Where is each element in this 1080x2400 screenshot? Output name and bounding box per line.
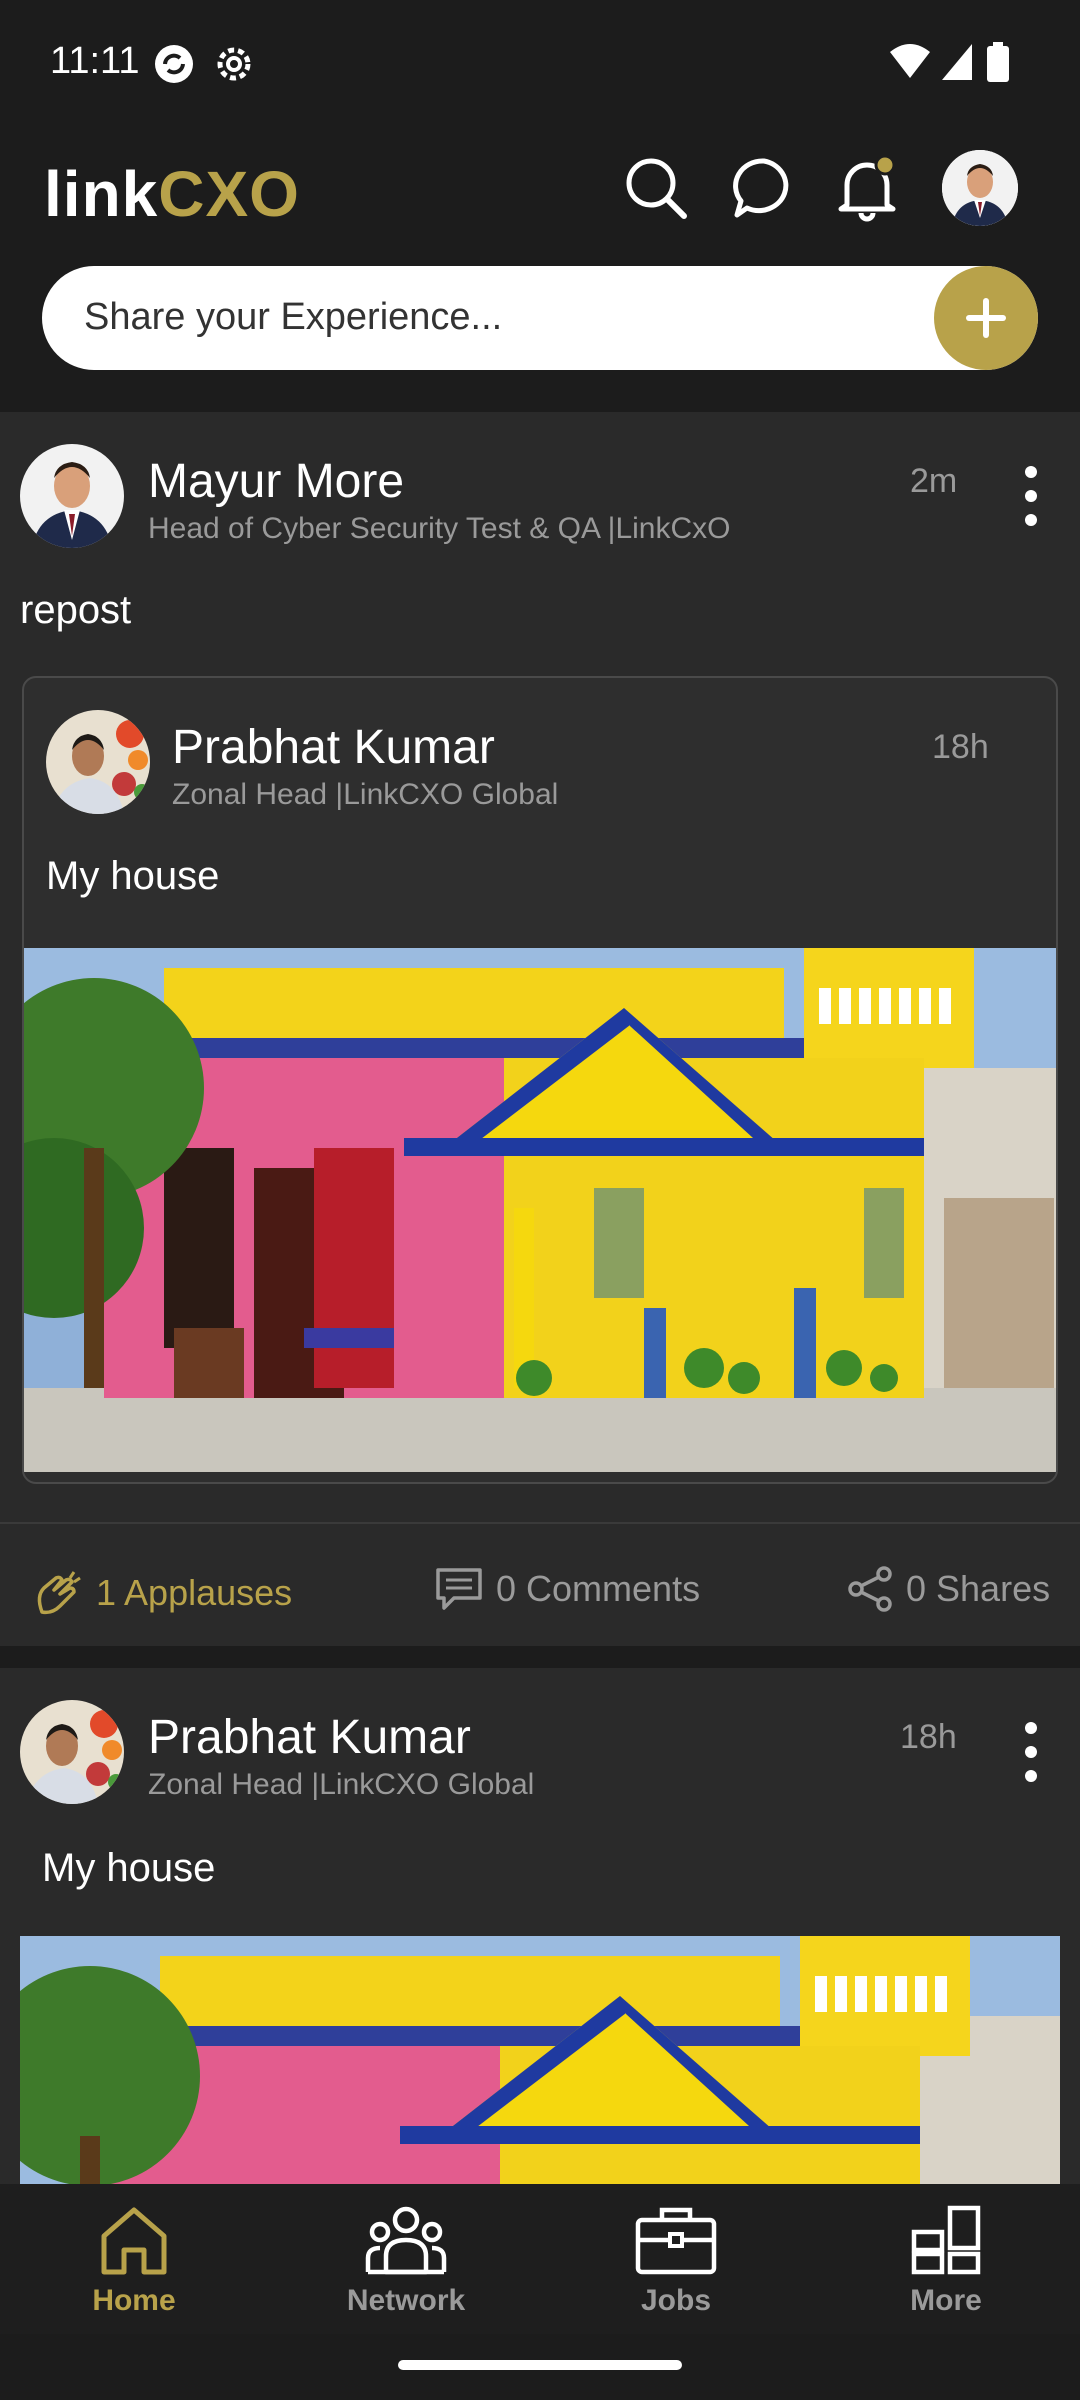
settings-icon [212,42,256,91]
share-experience-input[interactable]: Share your Experience... [42,266,1038,370]
nav-more-label: More [910,2284,982,2317]
repost-author-role: Zonal Head |LinkCXO Global [172,778,559,811]
post-text: My house [42,1846,216,1890]
bottom-navigation: Home Network Jobs More [0,2184,1080,2334]
feed-post: Mayur More Head of Cyber Security Test &… [0,412,1080,1646]
applause-icon [37,1571,81,1615]
battery-icon [986,42,1010,87]
post-image-house[interactable] [24,948,1056,1472]
app-header: link CXO Share your Experience... [0,130,1080,410]
nav-more[interactable]: More [846,2202,1046,2318]
nav-home-label: Home [92,2284,176,2317]
post-text: repost [20,588,132,632]
signal-icon [940,42,974,87]
more-options-icon[interactable] [1016,466,1046,526]
shares-button[interactable]: 0 Shares [848,1566,1050,1612]
shares-count: 0 Shares [906,1568,1051,1609]
nav-jobs[interactable]: Jobs [576,2202,776,2318]
applause-count: 1 Applauses [96,1572,293,1613]
briefcase-icon [635,2207,717,2275]
post-actions: 1 Applauses 0 Comments 0 Shares [0,1522,1080,1622]
status-time: 11:11 [50,40,140,82]
notification-bell-icon[interactable] [830,150,906,226]
chat-icon[interactable] [726,150,802,226]
logo-text-link: link [44,158,159,230]
home-icon [101,2207,167,2275]
post-author-role: Head of Cyber Security Test & QA |LinkCx… [148,512,731,545]
nav-network-label: Network [346,2284,466,2317]
home-gesture-bar[interactable] [398,2360,682,2370]
share-placeholder: Share your Experience... [84,296,503,338]
author-avatar[interactable] [20,444,124,548]
post-author-role: Zonal Head |LinkCXO Global [148,1768,535,1801]
network-icon [365,2206,447,2275]
nav-jobs-label: Jobs [640,2284,712,2317]
more-options-icon[interactable] [1016,1722,1046,1782]
feed-post: Prabhat Kumar Zonal Head |LinkCXO Global… [0,1668,1080,2188]
repost-author-avatar[interactable] [46,710,150,814]
logo-text-cxo: CXO [158,158,300,230]
comments-button[interactable]: 0 Comments [434,1566,700,1612]
sync-icon [152,42,196,91]
author-avatar[interactable] [20,1700,124,1804]
post-time: 18h [900,1718,957,1756]
add-post-button[interactable] [934,266,1038,370]
post-author-name[interactable]: Mayur More [148,454,404,509]
grid-icon [911,2205,981,2275]
profile-avatar[interactable] [942,150,1018,226]
comment-icon [436,1568,482,1610]
linkcxo-logo[interactable]: link CXO [44,154,300,234]
repost-time: 18h [932,728,989,766]
status-bar: 11:11 [0,0,1080,130]
reposted-post[interactable]: Prabhat Kumar Zonal Head |LinkCXO Global… [22,676,1058,1484]
nav-home[interactable]: Home [34,2202,234,2318]
post-time: 2m [910,462,958,500]
post-image-house[interactable] [20,1936,1060,2188]
nav-network[interactable]: Network [306,2202,506,2318]
applause-button[interactable]: 1 Applauses [30,1566,292,1620]
gesture-area [0,2334,1080,2400]
wifi-icon [888,42,932,87]
share-icon [848,1566,892,1612]
post-author-name[interactable]: Prabhat Kumar [148,1710,471,1765]
plus-icon [966,298,1006,338]
repost-author-name[interactable]: Prabhat Kumar [172,720,495,775]
search-icon[interactable] [618,150,694,226]
repost-text: My house [46,854,220,898]
comments-count: 0 Comments [496,1568,701,1609]
